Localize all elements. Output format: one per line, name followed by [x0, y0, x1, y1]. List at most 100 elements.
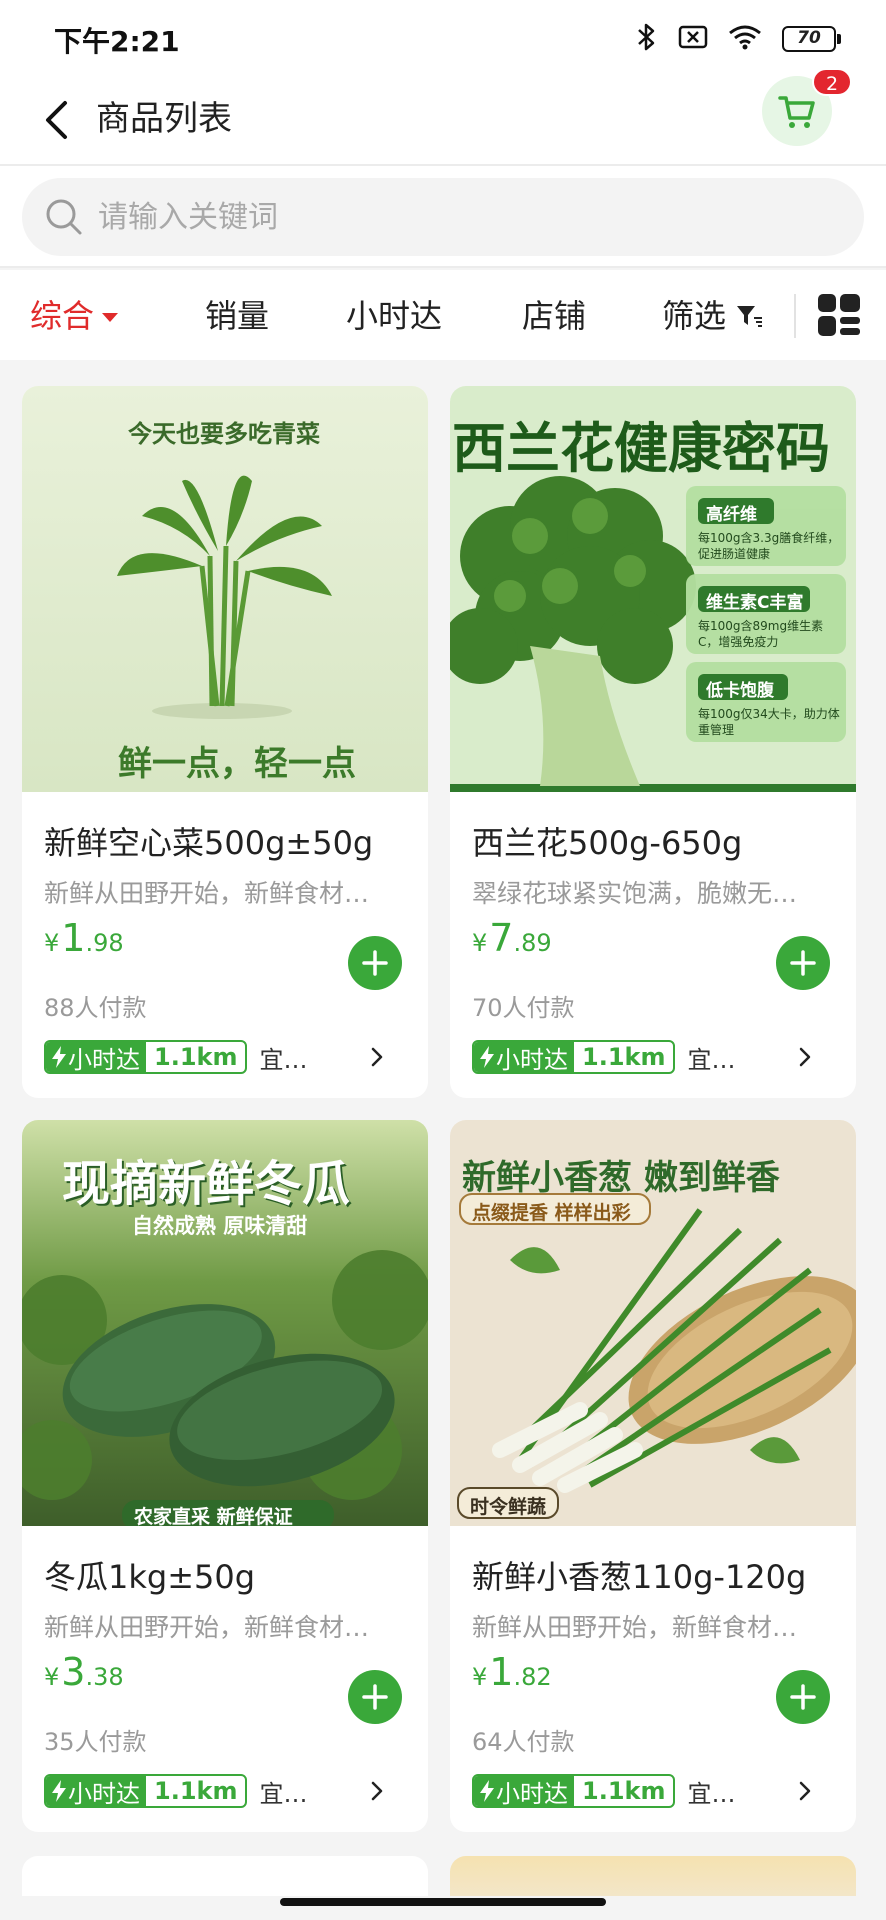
product-card[interactable] [22, 1856, 428, 1896]
page-title: 商品列表 [96, 99, 232, 139]
hourly-delivery-badge: 小时达 1.1km [44, 1774, 248, 1808]
tab-filter[interactable]: 筛选 [662, 296, 764, 336]
plus-icon [362, 950, 388, 976]
tab-sales[interactable]: 销量 [205, 296, 269, 336]
delivery-info: 小时达 1.1km 宜… [472, 1040, 735, 1074]
price-decimal: .98 [85, 929, 124, 957]
tab-label: 综合 [30, 297, 95, 335]
layout-toggle-button[interactable] [816, 292, 862, 338]
filter-icon [737, 306, 763, 327]
search-icon [46, 199, 82, 235]
status-bar: 下午2:21 70 [0, 0, 886, 76]
image-caption: 农家直采 新鲜保证 [134, 1506, 293, 1526]
product-image[interactable]: 西兰花健康密码 高纤维 每100g含3.3g膳食纤维，促进肠道健康 维生素C丰富… [450, 386, 856, 792]
product-image[interactable]: 现摘新鲜冬瓜 自然成熟 原味清甜 农家直采 新鲜保证 [22, 1120, 428, 1526]
product-description: 新鲜从田野开始，新鲜食材… [44, 1613, 370, 1642]
store-name: 宜… [259, 1779, 308, 1808]
price-integer: 3 [61, 1650, 86, 1694]
plus-icon [790, 1684, 816, 1710]
back-button[interactable] [36, 90, 76, 150]
price-decimal: .38 [85, 1663, 124, 1691]
image-caption: 自然成熟 原味清甜 [132, 1214, 308, 1238]
delivery-label: 小时达 [68, 1779, 140, 1808]
delivery-info: 小时达 1.1km 宜… [44, 1774, 307, 1808]
hourly-delivery-badge: 小时达 1.1km [472, 1774, 676, 1808]
store-name: 宜… [687, 1045, 736, 1074]
image-caption: 西兰花健康密码 [452, 417, 830, 480]
image-caption: 鲜一点，轻一点 [118, 744, 356, 784]
add-to-cart-button[interactable] [776, 936, 830, 990]
filter-tabs: 综合 销量 小时达 店铺 筛选 [0, 270, 886, 360]
plus-icon [790, 950, 816, 976]
product-card[interactable]: 现摘新鲜冬瓜 自然成熟 原味清甜 农家直采 新鲜保证 冬瓜1kg±50g 新鲜从… [22, 1120, 428, 1832]
home-indicator[interactable] [280, 1898, 606, 1906]
image-caption: 今天也要多吃青菜 [128, 419, 320, 448]
store-name: 宜… [687, 1779, 736, 1808]
price-integer: 7 [489, 916, 514, 960]
hourly-badge-label: 小时达 [474, 1776, 574, 1806]
header: 商品列表 2 [0, 68, 886, 164]
delivery-info: 小时达 1.1km 宜… [472, 1774, 735, 1808]
delivery-info: 小时达 1.1km 宜… [44, 1040, 307, 1074]
tab-separator [794, 294, 796, 338]
product-title: 新鲜小香葱110g-120g [472, 1558, 807, 1596]
product-price: ¥ 1 .82 [472, 1650, 552, 1694]
product-card[interactable] [450, 1856, 856, 1896]
tab-comprehensive[interactable]: 综合 [30, 296, 119, 336]
product-title: 新鲜空心菜500g±50g [44, 824, 374, 862]
battery-icon: 70 [782, 26, 841, 52]
status-icons: 70 [636, 22, 841, 56]
tab-hourly[interactable]: 小时达 [346, 296, 442, 336]
tab-label: 店铺 [522, 297, 587, 335]
image-tag: 低卡饱腹 [706, 681, 774, 701]
tab-shop[interactable]: 店铺 [522, 296, 586, 336]
chevron-right-icon[interactable] [362, 1776, 392, 1806]
distance: 1.1km [582, 1043, 666, 1071]
caret-down-icon [102, 312, 119, 322]
tab-label: 小时达 [346, 297, 443, 335]
price-decimal: .82 [513, 1663, 552, 1691]
chevron-right-icon[interactable] [362, 1042, 392, 1072]
grid-layout-icon [818, 294, 860, 336]
sold-count: 64人付款 [472, 1728, 575, 1756]
chevron-right-icon[interactable] [790, 1042, 820, 1072]
image-caption: 点缀提香 样样出彩 [472, 1202, 631, 1224]
image-caption: 时令鲜蔬 [470, 1496, 547, 1518]
currency-symbol: ¥ [44, 1663, 60, 1691]
lightning-icon [480, 1046, 494, 1068]
image-caption: 现摘新鲜冬瓜 [62, 1156, 351, 1212]
product-card[interactable]: 西兰花健康密码 高纤维 每100g含3.3g膳食纤维，促进肠道健康 维生素C丰富… [450, 386, 856, 1098]
cart-count-badge: 2 [812, 68, 852, 96]
search-box[interactable] [22, 178, 864, 256]
hourly-badge-label: 小时达 [46, 1776, 146, 1806]
chevron-left-icon [46, 101, 67, 139]
price-integer: 1 [489, 1650, 514, 1694]
lightning-icon [480, 1780, 494, 1802]
product-price: ¥ 3 .38 [44, 1650, 124, 1694]
product-card[interactable]: 新鲜小香葱 嫩到鲜香 点缀提香 样样出彩 时令鲜蔬 新鲜小香葱110g-120g… [450, 1120, 856, 1832]
product-image[interactable]: 新鲜小香葱 嫩到鲜香 点缀提香 样样出彩 时令鲜蔬 [450, 1120, 856, 1526]
hourly-badge-label: 小时达 [46, 1042, 146, 1072]
product-price: ¥ 1 .98 [44, 916, 124, 960]
add-to-cart-button[interactable] [348, 936, 402, 990]
product-card[interactable]: 今天也要多吃青菜 鲜一点，轻一点 新鲜空心菜500g±50g 新鲜从田野开始，新… [22, 386, 428, 1098]
chevron-right-icon[interactable] [790, 1776, 820, 1806]
product-description: 新鲜从田野开始，新鲜食材… [472, 1613, 798, 1642]
cart-icon [778, 96, 815, 128]
search-input[interactable] [96, 198, 800, 236]
no-sim-icon [678, 25, 708, 53]
sold-count: 70人付款 [472, 994, 575, 1022]
divider [0, 266, 886, 268]
plus-icon [362, 1684, 388, 1710]
product-image[interactable]: 今天也要多吃青菜 鲜一点，轻一点 [22, 386, 428, 792]
distance: 1.1km [154, 1043, 238, 1071]
add-to-cart-button[interactable] [776, 1670, 830, 1724]
search-bar [0, 166, 886, 266]
wifi-icon [728, 24, 762, 54]
tab-label: 销量 [205, 297, 270, 335]
product-price: ¥ 7 .89 [472, 916, 552, 960]
hourly-delivery-badge: 小时达 1.1km [44, 1040, 248, 1074]
store-name: 宜… [259, 1045, 308, 1074]
image-tag-desc: 每100g含89mg维生素C，增强免疫力 [698, 619, 824, 649]
add-to-cart-button[interactable] [348, 1670, 402, 1724]
